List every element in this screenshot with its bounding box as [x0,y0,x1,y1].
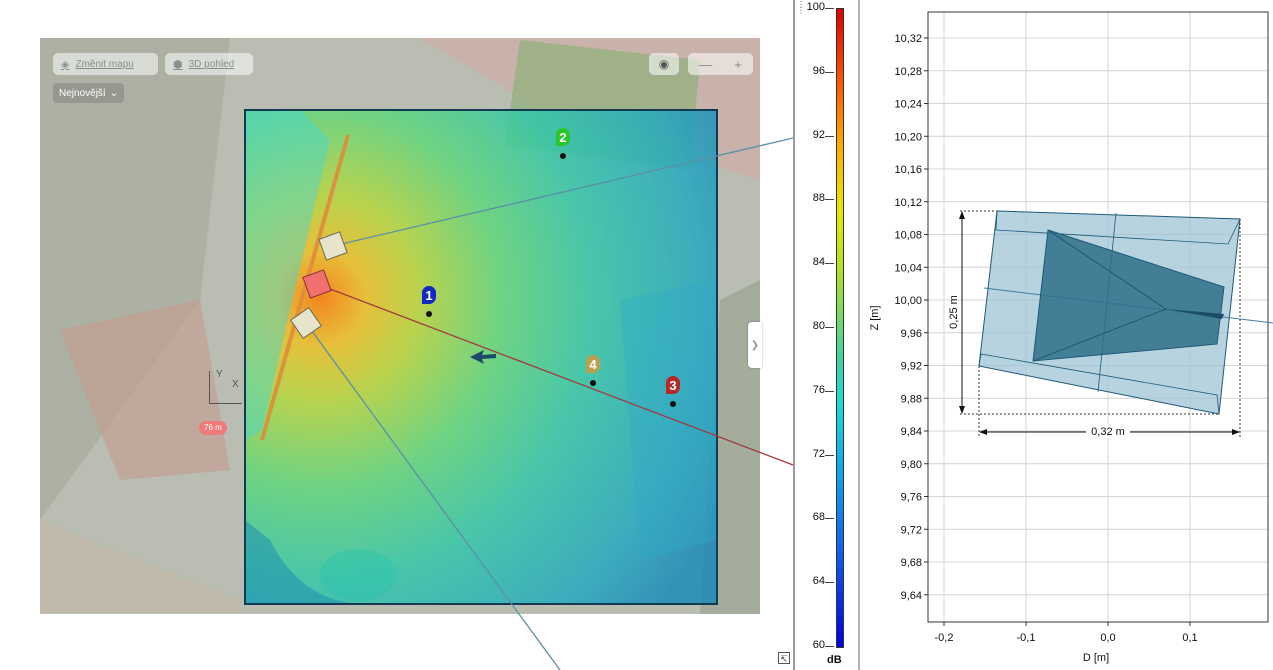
color-scale-tick [825,263,834,265]
marker-label: 4 [589,356,597,372]
color-scale-unit: dB [827,654,842,666]
color-scale-tick-label: 96 [812,64,825,77]
x-tick-label: -0,1 [1017,632,1036,644]
color-scale-tick [825,390,834,392]
y-tick-label: 9,64 [901,590,922,602]
y-tick-label: 9,88 [901,393,922,405]
color-scale-tick [825,135,834,137]
y-tick-label: 10,16 [894,164,922,176]
side-panel-expand-button[interactable]: ❯ [748,322,762,368]
zoom-out-button[interactable]: — [699,57,712,72]
change-map-button[interactable]: ◈ Změnit mapu [53,53,158,75]
color-scale-tick-label: 64 [812,575,825,588]
color-scale-tick-label: 72 [812,447,825,460]
recent-label: Nejnovější [59,87,106,99]
marker-anchor [560,153,566,159]
marker-anchor [426,311,432,317]
layers-icon: ◈ [61,58,70,71]
y-tick-label: 9,92 [901,361,922,373]
marker-anchor [590,380,596,386]
y-tick-label: 10,24 [894,99,922,111]
camera-icon: ◉ [658,57,670,71]
y-tick-label: 10,08 [894,230,922,242]
x-tick-label: 0,1 [1182,632,1197,644]
gizmo-x-label: X [232,379,239,390]
color-scale-legend: ⋮ ⋮ 100 96 92 88 84 80 76 72 68 64 60 dB [795,0,858,670]
x-tick-label: 0,0 [1100,632,1115,644]
view-3d-button[interactable]: ⬢ 3D pohled [165,53,253,75]
recent-dropdown[interactable]: Nejnovější ⌄ [53,83,125,103]
color-scale-tick-label: 68 [812,511,825,524]
color-scale-tick-label: 80 [812,320,825,332]
marker-anchor [670,401,676,407]
gizmo-y-label: Y [216,369,223,380]
marker-label: 3 [669,377,677,393]
y-tick-label: 10,32 [894,33,922,45]
receiver-marker-3[interactable]: 3 [666,376,680,394]
y-tick-label: 9,96 [901,328,922,340]
color-scale-tick [825,454,834,456]
chevron-right-icon: ❯ [750,339,760,351]
y-tick-label: 10,12 [894,197,922,209]
y-tick-label: 9,80 [901,459,922,471]
width-dimension-label: 0,32 m [1091,426,1125,438]
y-tick-label: 9,76 [901,492,922,504]
speaker-section-chart[interactable]: 10,32 10,28 10,24 10,20 10,16 10,12 10,08 10,04… [860,0,1273,670]
axis-gizmo: Y X [209,369,242,404]
color-scale-tick-label: 92 [812,128,825,141]
distance-badge: 76 m [199,421,227,435]
color-scale-tick [825,518,834,520]
corner-resize-button[interactable]: ↸ [778,652,790,664]
chevron-down-icon: ⌄ [109,87,119,99]
color-scale-tick [825,199,834,201]
y-tick-label: 9,72 [901,524,922,536]
y-tick-label: 10,00 [894,295,922,307]
map-view[interactable]: ◈ Změnit mapu ⬢ 3D pohled Nejnovější ⌄ ◉… [0,0,793,670]
y-axis-label: Z [m] [869,305,881,330]
zoom-control[interactable]: — + [688,53,753,75]
chart-canvas: 10,32 10,28 10,24 10,20 10,16 10,12 10,08 10,04… [869,11,1273,664]
y-tick-label: 9,68 [901,557,922,569]
x-axis-label: D [m] [1083,652,1109,664]
color-scale-tick [825,327,834,328]
color-scale-gradient [836,8,844,648]
color-scale-tick [825,646,834,647]
y-tick-label: 10,04 [894,262,922,274]
height-dimension-label: 0,25 m [948,295,960,329]
color-scale-tick-label: 84 [812,256,825,269]
y-tick-label: 10,20 [894,131,922,143]
y-tick-label: 9,84 [901,426,922,438]
receiver-marker-1[interactable]: 1 [422,286,436,304]
color-scale-tick [825,582,834,584]
receiver-marker-2[interactable]: 2 [556,128,570,146]
color-scale-tick-label: 88 [812,192,825,205]
y-tick-label: 10,28 [894,66,922,78]
view-3d-label: 3D pohled [188,58,235,70]
color-scale-tick [825,8,834,9]
marker-label: 2 [559,129,567,145]
resize-icon: ↸ [780,654,788,664]
zoom-in-button[interactable]: + [734,57,742,72]
camera-button[interactable]: ◉ [649,53,679,75]
receiver-marker-4[interactable]: 4 [586,355,600,373]
cube-icon: ⬢ [173,58,183,71]
color-scale-tick [825,71,834,73]
marker-label: 1 [425,287,433,303]
color-scale-tick-label: 76 [812,383,825,396]
color-scale-tick-label: 60 [812,639,825,651]
color-scale-tick-label: 100 [806,1,825,13]
change-map-label: Změnit mapu [75,58,134,70]
x-tick-label: -0,2 [935,632,954,644]
